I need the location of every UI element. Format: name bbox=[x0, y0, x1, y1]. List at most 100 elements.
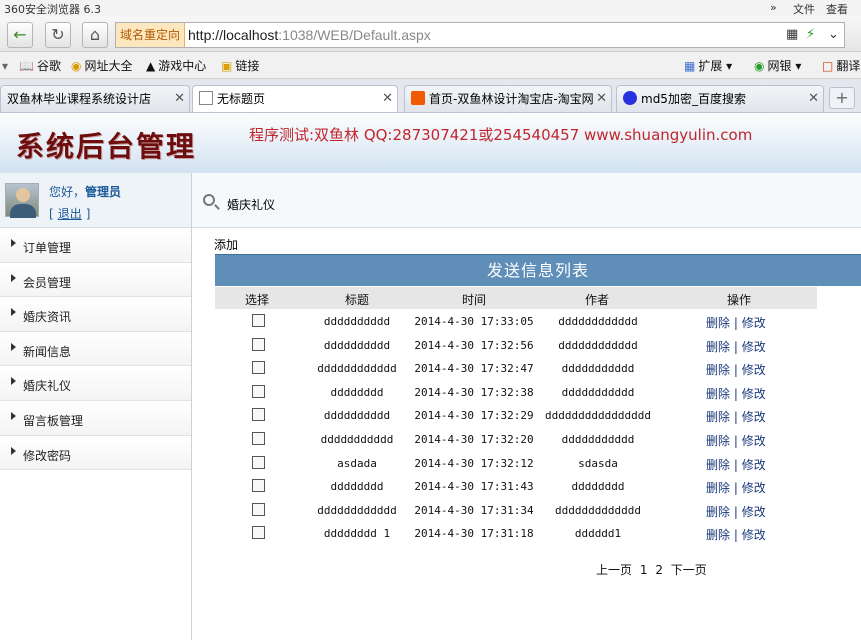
delete-link[interactable]: 删除 bbox=[706, 458, 730, 472]
row-checkbox[interactable] bbox=[252, 432, 265, 445]
prev-page-link[interactable]: 上一页 bbox=[596, 563, 632, 577]
edit-link[interactable]: 修改 bbox=[742, 387, 766, 401]
back-arrow-icon: ← bbox=[13, 25, 27, 44]
edit-link[interactable]: 修改 bbox=[742, 363, 766, 377]
tab-untitled[interactable]: 无标题页 ✕ bbox=[192, 85, 398, 112]
globe-icon: ◉ bbox=[71, 59, 82, 73]
fav-google[interactable]: 📖 谷歌 bbox=[19, 56, 61, 76]
edit-link[interactable]: 修改 bbox=[742, 340, 766, 354]
close-icon[interactable]: ✕ bbox=[808, 86, 819, 112]
home-button[interactable]: ⌂ bbox=[82, 22, 108, 48]
delete-link[interactable]: 删除 bbox=[706, 363, 730, 377]
menu-more[interactable]: » bbox=[770, 1, 777, 14]
fav-links[interactable]: ▣ 链接 bbox=[221, 56, 259, 76]
fav-sites[interactable]: ◉ 网址大全 bbox=[71, 56, 133, 76]
row-checkbox[interactable] bbox=[252, 526, 265, 540]
page-1-link[interactable]: 1 bbox=[640, 563, 648, 577]
delete-link[interactable]: 删除 bbox=[706, 410, 730, 424]
sidebar-item-password[interactable]: 修改密码 bbox=[0, 435, 191, 471]
row-checkbox[interactable] bbox=[252, 314, 265, 327]
edit-link[interactable]: 修改 bbox=[742, 316, 766, 330]
edit-link[interactable]: 修改 bbox=[742, 505, 766, 519]
dropdown-icon[interactable]: ⌄ bbox=[828, 26, 839, 44]
action-separator: | bbox=[733, 410, 738, 425]
delete-link[interactable]: 删除 bbox=[706, 434, 730, 448]
edit-link[interactable]: 修改 bbox=[742, 434, 766, 448]
address-bar[interactable]: 域名重定向 http://localhost:1038/WEB/Default.… bbox=[115, 22, 845, 48]
row-actions: 删除 | 修改 bbox=[706, 338, 766, 355]
edit-link[interactable]: 修改 bbox=[742, 458, 766, 472]
edit-link[interactable]: 修改 bbox=[742, 410, 766, 424]
menu-file[interactable]: 文件 bbox=[793, 1, 815, 16]
page-2-link[interactable]: 2 bbox=[655, 563, 663, 577]
row-time: 2014-4-30 17:31:34 bbox=[414, 503, 534, 517]
row-actions: 删除 | 修改 bbox=[706, 361, 766, 378]
new-tab-button[interactable]: + bbox=[829, 87, 855, 109]
sidebar-item-etiquette[interactable]: 婚庆礼仪 bbox=[0, 366, 191, 401]
qrcode-icon[interactable]: ▦ bbox=[786, 26, 798, 44]
row-actions: 删除 | 修改 bbox=[706, 526, 766, 543]
translate-icon: □ bbox=[822, 59, 834, 73]
row-checkbox[interactable] bbox=[252, 502, 265, 516]
delete-link[interactable]: 删除 bbox=[706, 528, 730, 542]
fav-extensions[interactable]: ▦ 扩展 ▾ bbox=[684, 56, 732, 76]
arrow-right-icon bbox=[11, 273, 16, 282]
row-author: ddddddddddddd bbox=[554, 503, 642, 517]
table-row: dddddddddd 2014-4-30 17:32:29 dddddddddddd… bbox=[215, 405, 817, 429]
fav-games[interactable]: ▲ 游戏中心 bbox=[146, 56, 206, 76]
fav-translate[interactable]: □ 翻译 bbox=[822, 56, 860, 76]
edit-link[interactable]: 修改 bbox=[742, 528, 766, 542]
back-button[interactable]: ← bbox=[7, 22, 33, 48]
table-row: ddddddddddd 2014-4-30 17:32:20 ddddddddddd… bbox=[215, 429, 817, 453]
delete-link[interactable]: 删除 bbox=[706, 316, 730, 330]
tab-taobao[interactable]: 首页-双鱼林设计淘宝店-淘宝网 ✕ bbox=[404, 85, 612, 112]
row-checkbox[interactable] bbox=[252, 408, 265, 422]
row-title: dddddddddd bbox=[323, 409, 391, 423]
row-author: sdasda bbox=[578, 456, 618, 470]
sidebar-item-members[interactable]: 会员管理 bbox=[0, 262, 191, 298]
row-checkbox[interactable] bbox=[252, 384, 265, 398]
lightning-icon[interactable]: ⚡ bbox=[806, 26, 815, 44]
baidu-paw-icon bbox=[623, 91, 637, 105]
row-title: dddddddddddd bbox=[317, 362, 397, 376]
close-icon[interactable]: ✕ bbox=[596, 86, 607, 112]
menu-view[interactable]: 查看 bbox=[826, 1, 848, 16]
row-checkbox[interactable] bbox=[252, 455, 265, 469]
more-icon[interactable]: ▾ bbox=[2, 56, 8, 76]
delete-link[interactable]: 删除 bbox=[706, 505, 730, 519]
action-separator: | bbox=[733, 528, 738, 543]
sidebar-item-orders[interactable]: 订单管理 bbox=[0, 228, 191, 263]
breadcrumb: 婚庆礼仪 bbox=[192, 173, 861, 228]
close-icon[interactable]: ✕ bbox=[382, 86, 393, 112]
delete-link[interactable]: 删除 bbox=[706, 340, 730, 354]
edit-link[interactable]: 修改 bbox=[742, 481, 766, 495]
refresh-button[interactable]: ↻ bbox=[45, 22, 71, 48]
delete-link[interactable]: 删除 bbox=[706, 387, 730, 401]
close-icon[interactable]: ✕ bbox=[174, 86, 185, 112]
row-checkbox[interactable] bbox=[252, 337, 265, 351]
logout-link[interactable]: 退出 bbox=[58, 207, 82, 221]
row-author: dddddd1 bbox=[574, 527, 622, 541]
logout-wrap: [退出] bbox=[49, 207, 91, 221]
plus-icon: + bbox=[835, 88, 849, 107]
table-row: dddddddddddd 2014-4-30 17:32:47 dddddddddd… bbox=[215, 358, 817, 382]
next-page-link[interactable]: 下一页 bbox=[671, 563, 707, 577]
col-time: 时间 bbox=[462, 293, 487, 307]
action-separator: | bbox=[733, 481, 738, 496]
table-row: asdada 2014-4-30 17:32:12 sdasda 删除 | 修改 bbox=[215, 453, 817, 477]
row-checkbox[interactable] bbox=[252, 479, 265, 493]
sidebar-item-messages[interactable]: 留言板管理 bbox=[0, 400, 191, 436]
add-link[interactable]: 添加 bbox=[214, 236, 238, 253]
row-title: ddddddddddd bbox=[320, 433, 394, 446]
url-text[interactable]: http://localhost:1038/WEB/Default.aspx bbox=[188, 23, 431, 47]
fav-bank[interactable]: ◉ 网银 ▾ bbox=[754, 56, 801, 76]
refresh-icon: ↻ bbox=[51, 25, 65, 44]
arrow-right-icon bbox=[11, 377, 16, 386]
tab-shop[interactable]: 双鱼林毕业课程系统设计店 ✕ bbox=[0, 85, 190, 112]
delete-link[interactable]: 删除 bbox=[706, 481, 730, 495]
tab-baidu[interactable]: md5加密_百度搜索 ✕ bbox=[616, 85, 824, 112]
redirect-badge[interactable]: 域名重定向 bbox=[116, 23, 186, 47]
sidebar-item-wedding-news[interactable]: 婚庆资讯 bbox=[0, 297, 191, 332]
row-checkbox[interactable] bbox=[252, 361, 265, 375]
sidebar-item-news[interactable]: 新闻信息 bbox=[0, 331, 191, 367]
